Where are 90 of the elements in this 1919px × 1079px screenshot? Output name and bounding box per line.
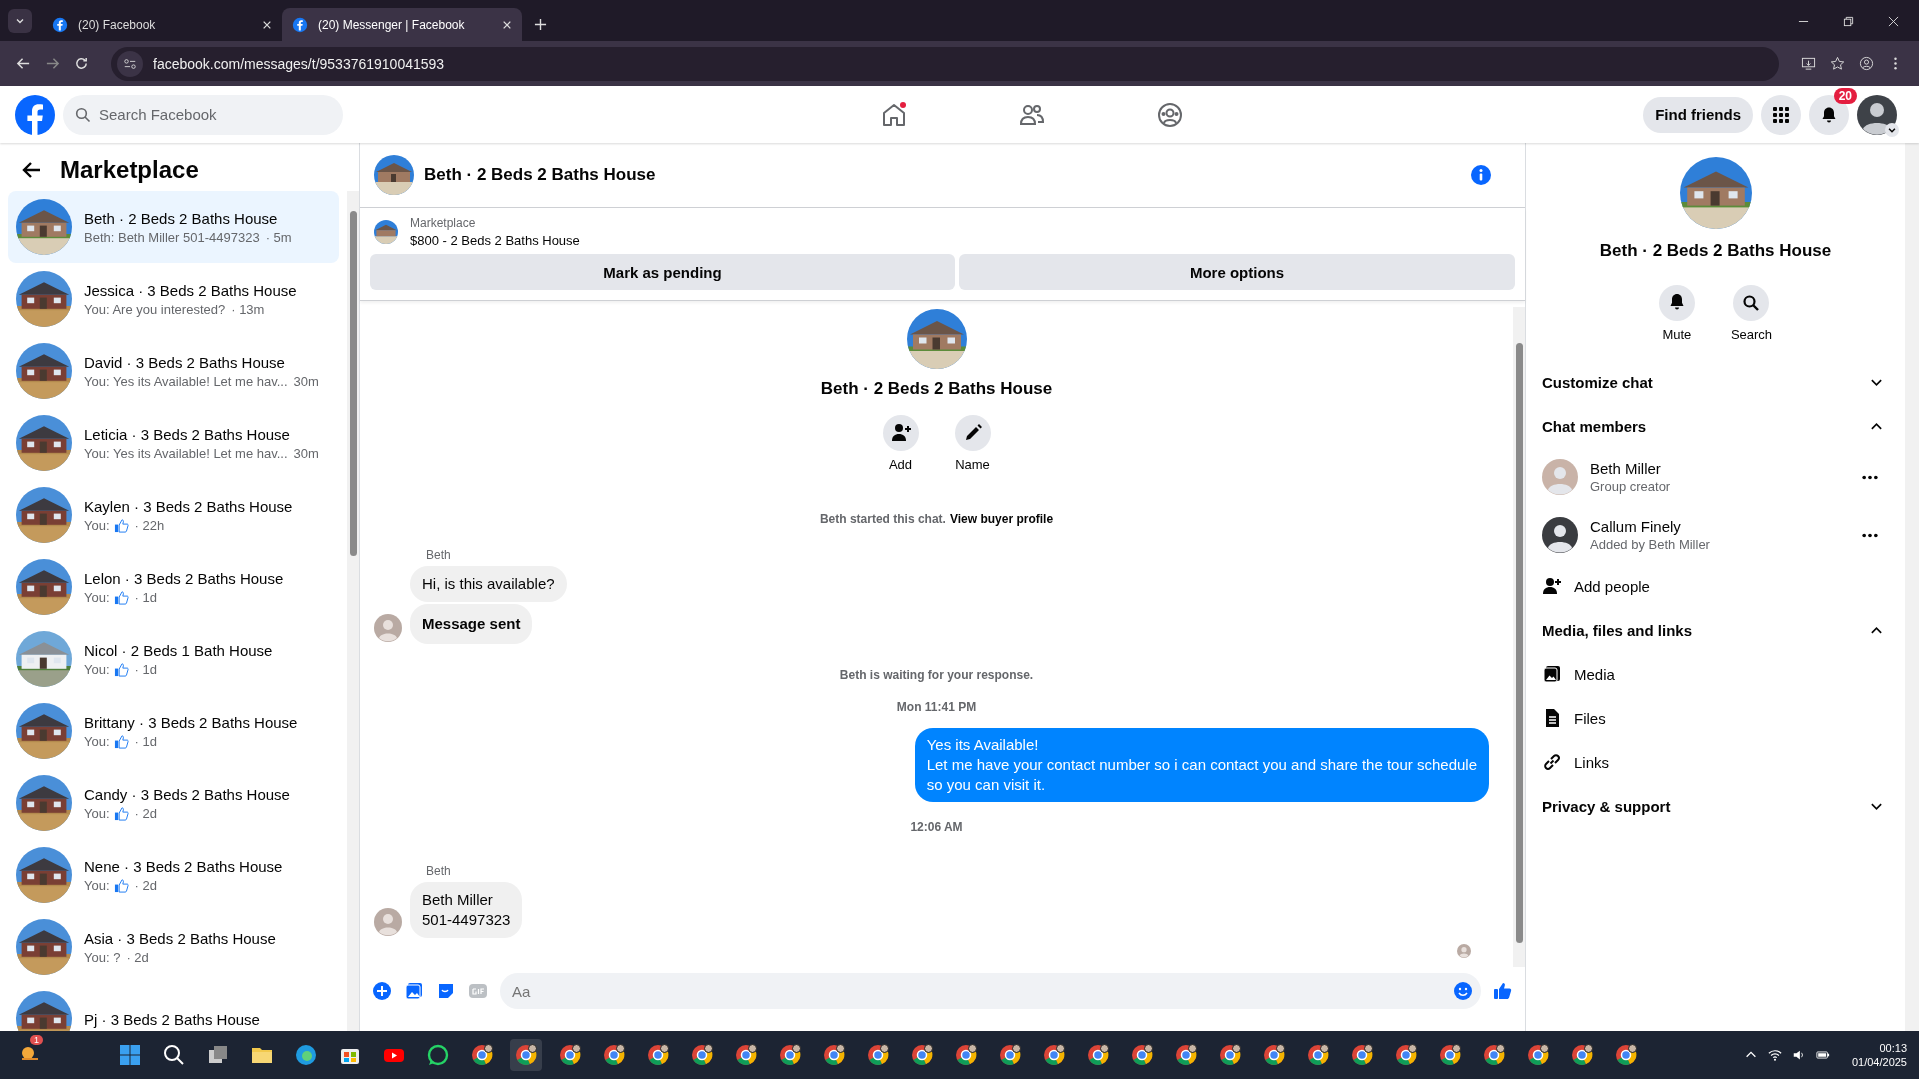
conversation-title: Nene · 3 Beds 2 Baths House bbox=[84, 857, 283, 875]
message-preview: You: bbox=[84, 517, 110, 533]
sender-name: Beth bbox=[426, 864, 451, 878]
buyer-profile-link[interactable]: View buyer profile bbox=[949, 512, 1054, 526]
message-time: · 2d bbox=[134, 805, 157, 821]
system-message: Beth started this chat. bbox=[819, 512, 946, 526]
message-time: · 1d bbox=[134, 661, 157, 677]
message-preview: You: bbox=[84, 877, 110, 893]
system-message: Beth is waiting for your response. bbox=[839, 668, 1034, 682]
message-time: · 2d bbox=[126, 949, 149, 965]
message-time: · 13m bbox=[231, 301, 265, 317]
message-time: · 22h bbox=[134, 517, 165, 533]
message-preview: You: bbox=[84, 661, 110, 677]
action-label: Search bbox=[1730, 327, 1773, 342]
browser-tab[interactable]: (20) Facebook bbox=[42, 8, 282, 41]
chat-title: Beth · 2 Beds 2 Baths House bbox=[424, 165, 657, 185]
chat-name: Beth · 2 Beds 2 Baths House bbox=[1599, 241, 1832, 261]
message-preview: Beth: Beth Miller 501-4497323 bbox=[84, 229, 260, 245]
conversation-title: Jessica · 3 Beds 2 Baths House bbox=[84, 281, 297, 299]
search-field[interactable]: Search Facebook bbox=[63, 94, 343, 135]
message-bubble: Yes its Available! Let me have your contact number so i can contact you and share the tour schedule so you can visit it. bbox=[914, 728, 1489, 802]
timestamp: 12:06 AM bbox=[910, 820, 963, 834]
panel-title: Marketplace bbox=[60, 156, 199, 184]
conversation-item[interactable]: Nene · 3 Beds 2 Baths House You: · 2d bbox=[8, 839, 339, 911]
conversation-title: Nicol · 2 Beds 1 Bath House bbox=[84, 641, 273, 659]
timestamp: Mon 11:41 PM bbox=[896, 700, 977, 714]
clock-time[interactable]: 00:13 bbox=[1879, 1042, 1907, 1054]
address-field[interactable]: facebook.com/messages/t/9533761910041593 bbox=[111, 46, 1779, 81]
section-header[interactable]: Media, files and links bbox=[1542, 608, 1891, 652]
message-preview: You: Yes its Available! Let me hav... bbox=[84, 373, 288, 389]
section-item[interactable]: Files bbox=[1542, 696, 1891, 740]
listing-title: $800 - 2 Beds 2 Baths House bbox=[410, 233, 580, 248]
clock-date[interactable]: 01/04/2025 bbox=[1851, 1056, 1907, 1068]
member-role: Group creator bbox=[1590, 479, 1672, 494]
message-field[interactable]: Aa bbox=[500, 973, 1481, 1009]
listing-label: Marketplace bbox=[410, 216, 477, 230]
conversation-title: Leticia · 3 Beds 2 Baths House bbox=[84, 425, 291, 443]
chat-name: Beth · 2 Beds 2 Baths House bbox=[820, 379, 1053, 399]
member-name: Beth Miller bbox=[1590, 460, 1662, 477]
conversation-item[interactable]: Beth · 2 Beds 2 Baths House Beth: Beth Miller 501-4497323 · 5m bbox=[8, 191, 339, 263]
section-header[interactable]: Customize chat bbox=[1542, 360, 1891, 404]
message-time: · 1d bbox=[134, 733, 157, 749]
section-header[interactable]: Privacy & support bbox=[1542, 784, 1891, 828]
conversation-item[interactable]: Brittany · 3 Beds 2 Baths House You: · 1d bbox=[8, 695, 339, 767]
section-header[interactable]: Chat members bbox=[1542, 404, 1891, 448]
conversation-title: Kaylen · 3 Beds 2 Baths House bbox=[84, 497, 293, 515]
conversation-item[interactable]: Lelon · 3 Beds 2 Baths House You: · 1d bbox=[8, 551, 339, 623]
listing-action-button[interactable]: More options bbox=[959, 254, 1515, 290]
message-preview: You: Are you interested? bbox=[84, 301, 226, 317]
section-item[interactable]: Links bbox=[1542, 740, 1891, 784]
message-time: 30m bbox=[293, 445, 319, 461]
conversation-item[interactable]: Candy · 3 Beds 2 Baths House You: · 2d bbox=[8, 767, 339, 839]
conversation-item[interactable]: David · 3 Beds 2 Baths House You: Yes its Available! Let me hav... 30m bbox=[8, 335, 339, 407]
conversation-title: Brittany · 3 Beds 2 Baths House bbox=[84, 713, 298, 731]
message-time: · 2d bbox=[134, 877, 157, 893]
conversation-title: Candy · 3 Beds 2 Baths House bbox=[84, 785, 290, 803]
notification-badge: 20 bbox=[1833, 87, 1857, 104]
sender-name: Beth bbox=[426, 548, 451, 562]
action-label: Name bbox=[955, 457, 990, 472]
message-time: · 1d bbox=[134, 589, 157, 605]
member-role: Added by Beth Miller bbox=[1590, 537, 1711, 552]
find-friends-button[interactable]: Find friends bbox=[1643, 96, 1753, 133]
conversation-item[interactable]: Jessica · 3 Beds 2 Baths House You: Are you interested? · 13m bbox=[8, 263, 339, 335]
conversation-title: Lelon · 3 Beds 2 Baths House bbox=[84, 569, 284, 587]
conversation-title: Asia · 3 Beds 2 Baths House bbox=[84, 929, 276, 947]
message-preview: You: bbox=[84, 733, 110, 749]
conversation-item[interactable]: Kaylen · 3 Beds 2 Baths House You: · 22h bbox=[8, 479, 339, 551]
message-preview: You: bbox=[84, 805, 110, 821]
conversation-item[interactable]: Asia · 3 Beds 2 Baths House You: ? · 2d bbox=[8, 911, 339, 983]
section-item[interactable]: Media bbox=[1542, 652, 1891, 696]
action-label: Add bbox=[888, 457, 913, 472]
conversation-title: Beth · 2 Beds 2 Baths House bbox=[84, 209, 279, 227]
message-time: 30m bbox=[293, 373, 319, 389]
action-label: Mute bbox=[1662, 327, 1692, 342]
browser-tab[interactable]: (20) Messenger | Facebook bbox=[282, 8, 522, 41]
add-people-item[interactable]: Add people bbox=[1542, 564, 1891, 608]
message-bubble: Beth Miller 501-4497323 bbox=[410, 882, 523, 938]
conversation-title: Pj · 3 Beds 2 Baths House bbox=[84, 1010, 260, 1028]
message-preview: You: Yes its Available! Let me hav... bbox=[84, 445, 288, 461]
member-name: Callum Finely bbox=[1590, 518, 1682, 535]
listing-action-button[interactable]: Mark as pending bbox=[370, 254, 955, 290]
message-bubble: Message sent bbox=[410, 604, 533, 644]
conversation-item[interactable]: Leticia · 3 Beds 2 Baths House You: Yes its Available! Let me hav... 30m bbox=[8, 407, 339, 479]
conversation-title: David · 3 Beds 2 Baths House bbox=[84, 353, 286, 371]
notification-badge: 1 bbox=[30, 1035, 43, 1045]
message-preview: You: ? bbox=[84, 949, 121, 965]
message-preview: You: bbox=[84, 589, 110, 605]
conversation-item[interactable]: Nicol · 2 Beds 1 Bath House You: · 1d bbox=[8, 623, 339, 695]
message-bubble: Hi, is this available? bbox=[410, 566, 567, 602]
message-time: · 5m bbox=[265, 229, 292, 245]
